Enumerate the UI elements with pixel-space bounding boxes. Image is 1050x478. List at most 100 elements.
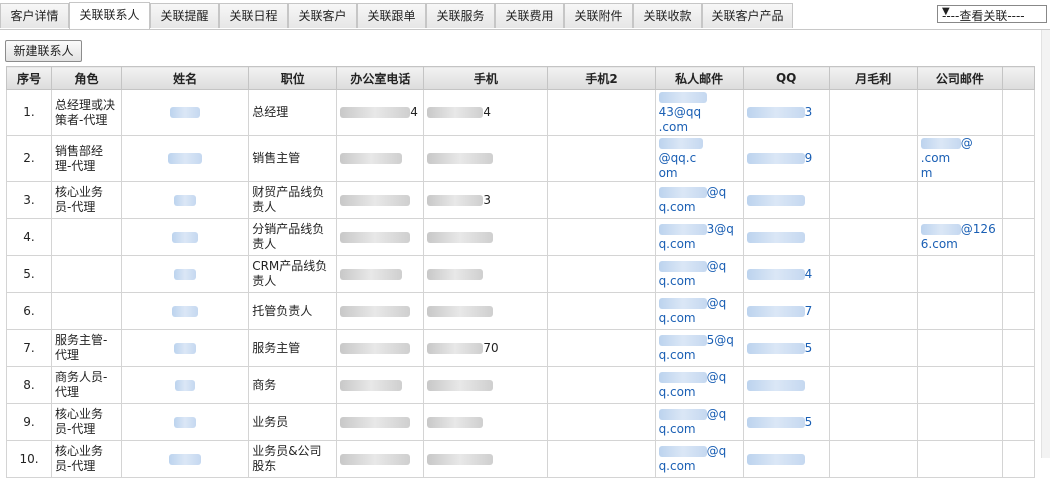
row-spacer — [1001, 329, 1036, 367]
column-header[interactable]: QQ — [742, 66, 830, 90]
row-company-email[interactable] — [916, 181, 1003, 219]
tab-4[interactable]: 关联日程 — [219, 3, 288, 28]
row-monthly-profit — [828, 366, 918, 404]
column-header[interactable]: 手机 — [423, 66, 549, 90]
row-name[interactable] — [121, 440, 250, 478]
row-company-email[interactable] — [916, 366, 1003, 404]
table-row[interactable]: 7. 服务主管-代理 服务主管 70 5@q q.com 5 — [5, 329, 1036, 367]
row-private-email[interactable]: @qq.com — [654, 440, 744, 478]
table-row[interactable]: 10. 核心业务员-代理 业务员&公司股东 @q q.com — [5, 440, 1036, 478]
tab-6[interactable]: 关联跟单 — [357, 3, 426, 28]
row-company-email[interactable] — [916, 255, 1003, 293]
row-title: 业务员 — [248, 403, 338, 441]
row-qq[interactable] — [742, 440, 830, 478]
row-qq[interactable] — [742, 181, 830, 219]
view-relation-select[interactable]: ----查看关联---- ▼ — [937, 5, 1047, 23]
row-company-email[interactable] — [916, 89, 1003, 136]
row-name[interactable] — [121, 292, 250, 330]
row-qq[interactable] — [742, 218, 830, 256]
table-row[interactable]: 5. CRM产品线负责人 @q q.com 4 — [5, 255, 1036, 293]
column-header[interactable]: 序号 — [5, 66, 53, 90]
table-row[interactable]: 3. 核心业务员-代理 财贸产品线负责人 3 @q q.com — [5, 181, 1036, 219]
row-title: 销售主管 — [248, 135, 338, 182]
table-row[interactable]: 6. 托管负责人 @q q.com 7 — [5, 292, 1036, 330]
row-mobile — [423, 440, 549, 478]
row-mobile — [423, 135, 549, 182]
row-qq[interactable] — [742, 366, 830, 404]
row-company-email[interactable] — [916, 329, 1003, 367]
row-mobile2 — [547, 403, 656, 441]
column-header[interactable]: 办公室电话 — [336, 66, 425, 90]
row-private-email[interactable]: @qq.com — [654, 403, 744, 441]
row-spacer — [1001, 292, 1036, 330]
table-row[interactable]: 1. 总经理或决策者-代理 总经理 4 4 43@qq .com 3 — [5, 89, 1036, 136]
table-row[interactable]: 2. 销售部经理-代理 销售主管 @qq.c om 9 @ .com m — [5, 135, 1036, 182]
row-private-email[interactable]: 5@q q.com — [654, 329, 744, 367]
row-office-phone — [336, 218, 425, 256]
row-qq[interactable]: 4 — [742, 255, 830, 293]
row-private-email[interactable]: 3@q q.com — [654, 218, 744, 256]
tab-9[interactable]: 关联附件 — [564, 3, 633, 28]
row-monthly-profit — [828, 292, 918, 330]
tab-5[interactable]: 关联客户 — [288, 3, 357, 28]
row-name[interactable] — [121, 366, 250, 404]
row-name[interactable] — [121, 135, 250, 182]
row-company-email[interactable]: @ .com m — [916, 135, 1003, 182]
row-company-email[interactable] — [916, 440, 1003, 478]
row-private-email[interactable]: @qq.com — [654, 292, 744, 330]
tab-8[interactable]: 关联费用 — [495, 3, 564, 28]
row-mobile — [423, 292, 549, 330]
row-spacer — [1001, 255, 1036, 293]
tab-10[interactable]: 关联收款 — [633, 3, 702, 28]
row-company-email[interactable] — [916, 292, 1003, 330]
row-mobile: 4 — [423, 89, 549, 136]
table-row[interactable]: 9. 核心业务员-代理 业务员 @q q.com 5 — [5, 403, 1036, 441]
column-header[interactable]: 姓名 — [121, 66, 250, 90]
new-contact-button[interactable]: 新建联系人 — [5, 40, 82, 62]
row-role: 核心业务员-代理 — [51, 181, 123, 219]
row-mobile — [423, 403, 549, 441]
row-name[interactable] — [121, 329, 250, 367]
row-office-phone — [336, 181, 425, 219]
row-qq[interactable]: 5 — [742, 329, 830, 367]
row-private-email[interactable]: @qq.com — [654, 255, 744, 293]
row-name[interactable] — [121, 218, 250, 256]
row-private-email[interactable]: @qq.com — [654, 366, 744, 404]
row-qq[interactable]: 5 — [742, 403, 830, 441]
row-qq[interactable]: 3 — [742, 89, 830, 136]
row-spacer — [1001, 403, 1036, 441]
tab-11[interactable]: 关联客户产品 — [702, 3, 793, 28]
row-office-phone: 4 — [336, 89, 425, 136]
row-spacer — [1001, 440, 1036, 478]
row-name[interactable] — [121, 255, 250, 293]
column-header[interactable]: 月毛利 — [828, 66, 918, 90]
row-office-phone — [336, 366, 425, 404]
tab-2[interactable]: 关联联系人 — [69, 2, 150, 29]
tab-7[interactable]: 关联服务 — [426, 3, 495, 28]
row-monthly-profit — [828, 218, 918, 256]
column-header[interactable]: 公司邮件 — [916, 66, 1003, 90]
row-name[interactable] — [121, 181, 250, 219]
column-header[interactable]: 职位 — [248, 66, 338, 90]
tab-3[interactable]: 关联提醒 — [150, 3, 219, 28]
row-company-email[interactable] — [916, 403, 1003, 441]
column-header[interactable]: 角色 — [51, 66, 123, 90]
row-private-email[interactable]: @qq.com — [654, 135, 744, 182]
row-name[interactable] — [121, 89, 250, 136]
row-role — [51, 292, 123, 330]
row-company-email[interactable]: @126 6.com — [916, 218, 1003, 256]
vertical-scrollbar[interactable] — [1041, 30, 1050, 458]
table-row[interactable]: 4. 分销产品线负责人 3@q q.com @126 6.com — [5, 218, 1036, 256]
column-header[interactable]: 手机2 — [547, 66, 656, 90]
row-private-email[interactable]: @qq.com — [654, 181, 744, 219]
row-mobile2 — [547, 366, 656, 404]
row-qq[interactable]: 9 — [742, 135, 830, 182]
table-row[interactable]: 8. 商务人员-代理 商务 @q q.com — [5, 366, 1036, 404]
row-mobile — [423, 255, 549, 293]
tab-1[interactable]: 客户详情 — [0, 3, 69, 28]
column-header[interactable]: 私人邮件 — [654, 66, 744, 90]
row-role — [51, 255, 123, 293]
row-private-email[interactable]: 43@qq .com — [654, 89, 744, 136]
row-qq[interactable]: 7 — [742, 292, 830, 330]
row-name[interactable] — [121, 403, 250, 441]
